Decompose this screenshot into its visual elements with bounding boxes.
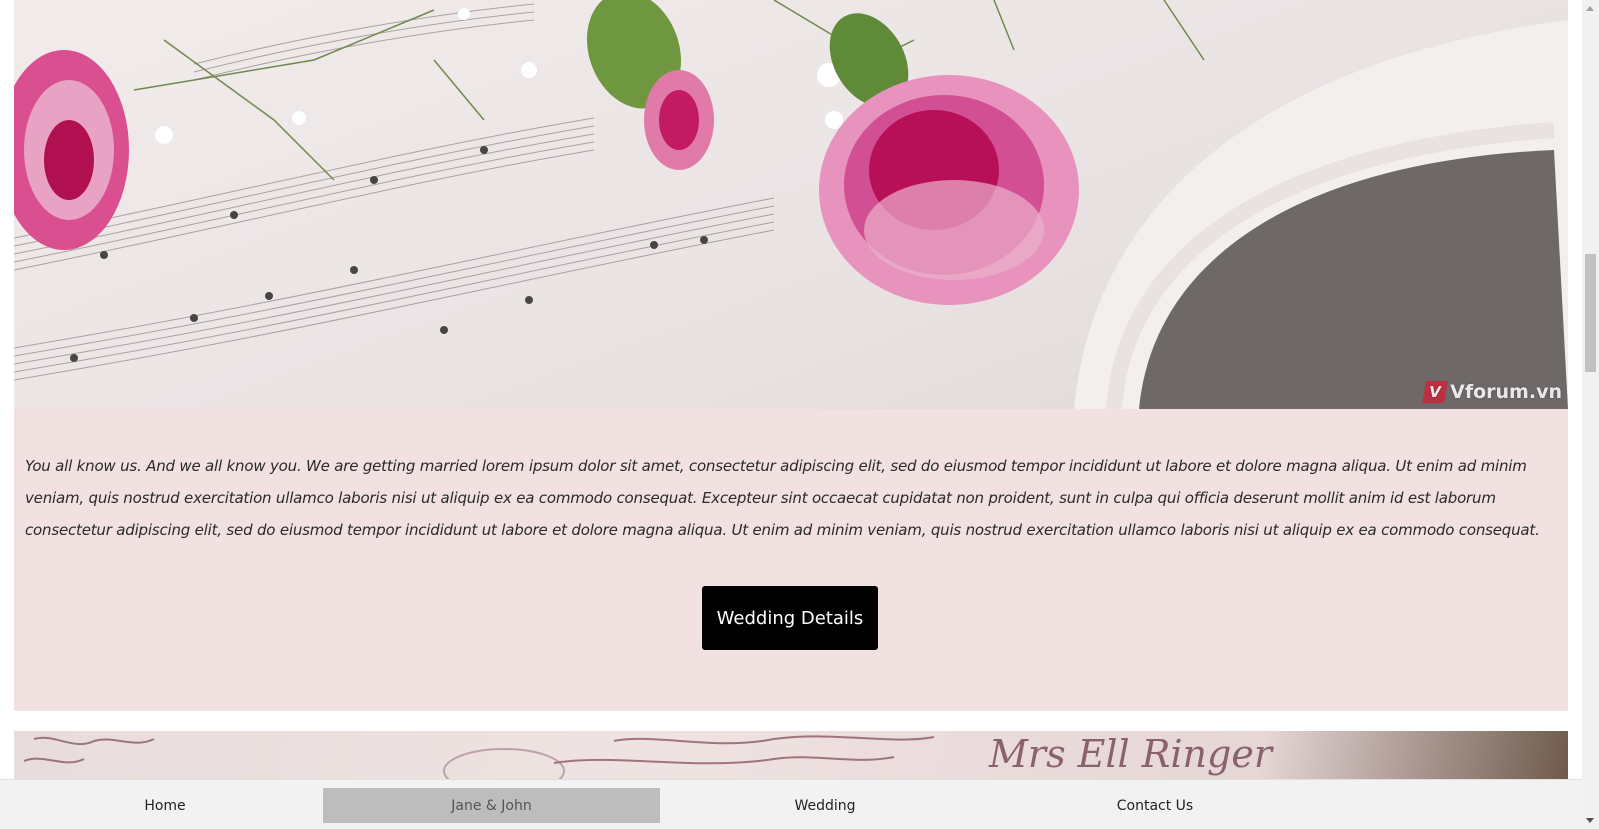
scroll-up-arrow-icon[interactable]	[1586, 6, 1594, 11]
nav-wedding[interactable]: Wedding	[660, 788, 990, 823]
intro-text: You all know us. And we all know you. We…	[25, 457, 1540, 539]
nav-jane-john[interactable]: Jane & John	[323, 788, 660, 823]
vertical-scrollbar[interactable]	[1582, 0, 1599, 829]
scroll-down-arrow-icon[interactable]	[1586, 818, 1594, 823]
wedding-details-button[interactable]: Wedding Details	[702, 586, 878, 650]
page: V Vforum.vn You all know us. And we all …	[0, 0, 1599, 829]
nav-home[interactable]: Home	[0, 788, 330, 823]
watermark-text: Vforum.vn	[1450, 381, 1562, 403]
scroll-thumb[interactable]	[1585, 254, 1596, 372]
nav-contact-us[interactable]: Contact Us	[990, 788, 1320, 823]
bottom-nav: Home Jane & John Wedding Contact Us	[0, 779, 1582, 829]
hero-image: V Vforum.vn	[14, 0, 1568, 409]
watermark: V Vforum.vn	[1422, 381, 1562, 403]
hero-illustration	[14, 0, 1568, 409]
handwriting-text: Mrs Ell Ringer	[988, 732, 1275, 776]
vforum-logo-icon: V	[1422, 381, 1449, 403]
intro-section: You all know us. And we all know you. We…	[14, 409, 1568, 711]
